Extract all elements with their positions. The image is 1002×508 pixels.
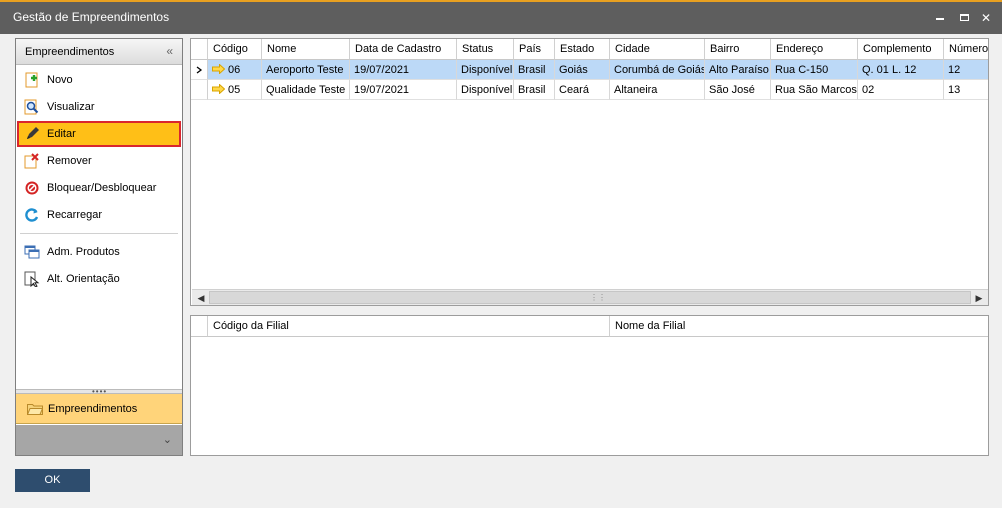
row-selector-icon xyxy=(191,60,208,80)
table-cell: Goiás xyxy=(555,60,610,80)
table-cell: São José xyxy=(705,80,771,100)
table-cell: 12 xyxy=(944,60,988,80)
column-header[interactable]: Endereço xyxy=(771,39,858,60)
collapse-panel-icon[interactable]: « xyxy=(166,44,173,58)
column-header[interactable]: Complemento xyxy=(858,39,944,60)
sidebar-item-label: Remover xyxy=(47,155,92,167)
scrollbar-thumb[interactable]: ⋮⋮ xyxy=(209,291,971,304)
row-selector xyxy=(191,80,208,100)
table-cell: Alto Paraíso xyxy=(705,60,771,80)
sidebar-item-alt-orientacao[interactable]: Alt. Orientação xyxy=(17,266,181,292)
table-cell: Qualidade Teste xyxy=(262,80,350,100)
table-cell: Aeroporto Teste xyxy=(262,60,350,80)
column-header[interactable]: Cidade xyxy=(610,39,705,60)
horizontal-scrollbar[interactable]: ◀ ⋮⋮ ▶ xyxy=(192,289,988,305)
table-cell: 05 xyxy=(208,80,262,100)
column-header[interactable]: Código da Filial xyxy=(208,316,610,337)
sidebar-item-editar[interactable]: Editar xyxy=(17,121,181,147)
sidebar-footer: ⌄ xyxy=(16,425,182,455)
table-cell: Q. 01 L. 12 xyxy=(858,60,944,80)
document-cursor-icon xyxy=(24,271,40,287)
empreendimentos-grid: Código Nome Data de Cadastro Status País… xyxy=(190,38,989,306)
sidebar-folder-empreendimentos[interactable]: Empreendimentos xyxy=(16,394,182,424)
column-header[interactable]: Código xyxy=(208,39,262,60)
maximize-icon[interactable] xyxy=(956,10,972,26)
table-cell: Rua C-150 xyxy=(771,60,858,80)
column-header[interactable]: Número xyxy=(944,39,988,60)
remove-document-icon xyxy=(24,153,39,169)
column-header[interactable]: Status xyxy=(457,39,514,60)
column-header[interactable]: País xyxy=(514,39,555,60)
pencil-icon xyxy=(27,127,39,139)
table-cell: 13 xyxy=(944,80,988,100)
scroll-grip-icon: ⋮⋮ xyxy=(590,293,606,302)
sidebar-item-label: Alt. Orientação xyxy=(47,273,120,285)
close-icon[interactable]: ✕ xyxy=(978,10,994,26)
window-title: Gestão de Empreendimentos xyxy=(13,10,170,24)
row-indicator-header xyxy=(191,316,208,337)
table-cell: 19/07/2021 xyxy=(350,60,457,80)
scroll-left-icon[interactable]: ◀ xyxy=(193,291,209,305)
windows-icon xyxy=(24,245,40,259)
sidebar-item-label: Visualizar xyxy=(47,101,95,113)
column-header[interactable]: Data de Cadastro xyxy=(350,39,457,60)
ok-button[interactable]: OK xyxy=(15,469,90,492)
table-cell: Altaneira xyxy=(610,80,705,100)
new-document-icon xyxy=(25,72,38,88)
table-cell: Rua São Marcos xyxy=(771,80,858,100)
arrow-right-icon xyxy=(212,84,225,94)
table-cell: Disponível xyxy=(457,80,514,100)
navigation-panel-title: Empreendimentos xyxy=(25,46,115,58)
folder-icon xyxy=(27,404,43,415)
table-cell: Disponível xyxy=(457,60,514,80)
cell-codigo: 05 xyxy=(228,84,241,96)
window-titlebar: Gestão de Empreendimentos ✕ xyxy=(0,0,1002,34)
sidebar-item-label: Novo xyxy=(47,74,73,86)
sidebar-item-adm-produtos[interactable]: Adm. Produtos xyxy=(17,239,181,265)
navigation-panel-header: Empreendimentos « xyxy=(16,39,182,65)
sidebar-item-label: Recarregar xyxy=(47,209,103,221)
column-header[interactable]: Bairro xyxy=(705,39,771,60)
table-cell: Brasil xyxy=(514,80,555,100)
sidebar-folder-label: Empreendimentos xyxy=(48,403,138,415)
column-header[interactable]: Nome xyxy=(262,39,350,60)
chevron-down-icon[interactable]: ⌄ xyxy=(163,433,172,446)
sidebar-item-label: Bloquear/Desbloquear xyxy=(47,182,157,194)
column-header[interactable]: Nome da Filial xyxy=(610,316,988,337)
table-cell: Brasil xyxy=(514,60,555,80)
sidebar-item-remover[interactable]: Remover xyxy=(17,148,181,174)
sidebar-item-visualizar[interactable]: Visualizar xyxy=(17,94,181,120)
table-cell: 06 xyxy=(208,60,262,80)
column-header[interactable]: Estado xyxy=(555,39,610,60)
table-cell: Ceará xyxy=(555,80,610,100)
sidebar-divider xyxy=(20,233,178,234)
block-icon xyxy=(25,181,39,195)
scroll-right-icon[interactable]: ▶ xyxy=(971,291,987,305)
table-cell: 19/07/2021 xyxy=(350,80,457,100)
table-cell: 02 xyxy=(858,80,944,100)
table-cell: Corumbá de Goiás xyxy=(610,60,705,80)
sidebar-item-label: Editar xyxy=(47,128,76,140)
row-indicator-header xyxy=(191,39,208,60)
magnifier-icon xyxy=(24,99,39,115)
navigation-panel: Empreendimentos « Novo Visualizar Editar… xyxy=(15,38,183,456)
reload-icon xyxy=(25,208,39,222)
cell-codigo: 06 xyxy=(228,64,241,76)
sidebar-item-recarregar[interactable]: Recarregar xyxy=(17,202,181,228)
arrow-right-icon xyxy=(212,64,225,74)
sidebar-item-bloquear[interactable]: Bloquear/Desbloquear xyxy=(17,175,181,201)
minimize-icon[interactable] xyxy=(932,10,948,26)
sidebar-item-label: Adm. Produtos xyxy=(47,246,120,258)
filial-grid: Código da Filial Nome da Filial xyxy=(190,315,989,456)
sidebar-item-novo[interactable]: Novo xyxy=(17,67,181,93)
